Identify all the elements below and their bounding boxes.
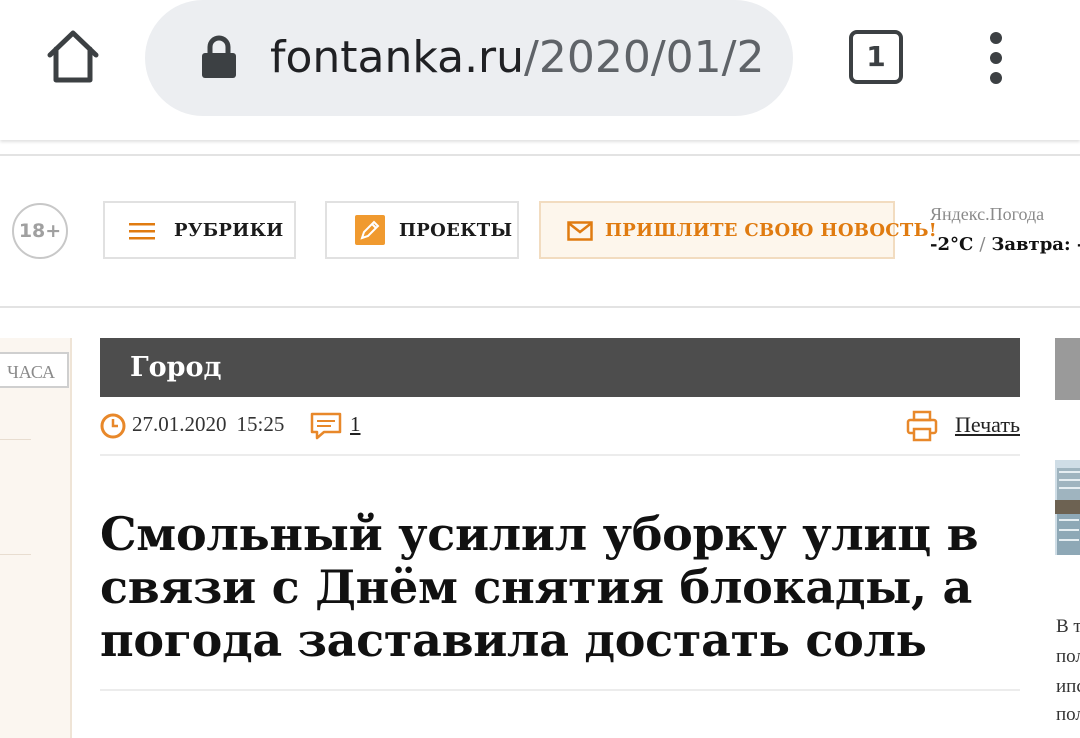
hamburger-icon [129, 223, 155, 240]
weather-separator: / [979, 234, 986, 255]
projects-label: ПРОЕКТЫ [399, 220, 513, 241]
url-host: fontanka.ru [270, 32, 525, 83]
publish-time: 15:25 [236, 412, 285, 436]
tab-switcher-button[interactable]: 1 [849, 30, 903, 84]
section-header: Город [100, 338, 1020, 397]
article-meta: 27.01.2020 15:25 1 Печать [100, 408, 1020, 448]
publish-date: 27.01.2020 [132, 412, 227, 436]
comment-icon[interactable] [310, 412, 342, 440]
publish-datetime: 27.01.2020 15:25 [132, 412, 284, 437]
sidebar-tab-label: ЧАСА [7, 362, 55, 382]
divider [0, 306, 1080, 308]
url-text[interactable]: fontanka.ru/2020/01/2 [270, 30, 770, 86]
right-column-thumbnail[interactable] [1055, 460, 1080, 555]
right-column-text-line: В т [1056, 616, 1080, 637]
printer-icon[interactable] [906, 410, 938, 442]
divider [0, 439, 31, 440]
divider [0, 554, 31, 555]
right-column-text-line: ипс [1056, 676, 1080, 697]
clock-icon [100, 413, 126, 439]
home-icon[interactable] [44, 28, 102, 86]
right-column-text-line: пол [1056, 646, 1080, 667]
envelope-icon [567, 221, 593, 241]
rubriki-button[interactable]: РУБРИКИ [103, 201, 296, 259]
section-title[interactable]: Город [130, 338, 222, 397]
address-bar[interactable]: fontanka.ru/2020/01/2 [145, 0, 793, 116]
divider [100, 454, 1020, 456]
weather-source[interactable]: Яндекс.Погода [930, 204, 1044, 225]
weather-widget[interactable]: -2°C / Завтра: - [930, 234, 1080, 255]
right-column-header[interactable] [1055, 338, 1080, 400]
weather-tomorrow: Завтра: - [991, 234, 1080, 255]
pencil-icon [355, 215, 385, 245]
age-rating-badge: 18+ [12, 203, 68, 259]
sidebar-tab[interactable]: ЧАСА [0, 352, 69, 388]
print-link[interactable]: Печать [955, 412, 1020, 438]
divider [100, 689, 1020, 691]
lock-icon[interactable] [201, 34, 237, 80]
comments-count-link[interactable]: 1 [350, 412, 361, 437]
left-news-panel [0, 338, 72, 738]
send-news-label: ПРИШЛИТЕ СВОЮ НОВОСТЬ! [605, 220, 937, 241]
right-column-text-line: пол [1056, 704, 1080, 725]
url-path: /2020/01/2 [524, 32, 765, 83]
browser-toolbar: fontanka.ru/2020/01/2 1 [0, 0, 1080, 140]
article-headline: Смольный усилил уборку улиц в связи с Дн… [100, 507, 979, 667]
weather-temp-now: -2°C [930, 234, 974, 255]
divider [0, 154, 1080, 156]
rubriki-label: РУБРИКИ [174, 220, 284, 241]
send-news-button[interactable]: ПРИШЛИТЕ СВОЮ НОВОСТЬ! [539, 201, 937, 259]
overflow-menu-icon[interactable] [982, 28, 1010, 88]
projects-button[interactable]: ПРОЕКТЫ [325, 201, 519, 259]
